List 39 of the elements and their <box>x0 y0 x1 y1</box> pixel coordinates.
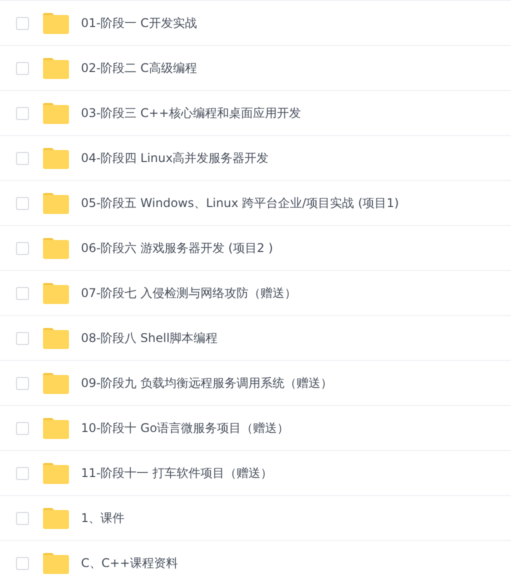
folder-name[interactable]: 09-阶段九 负载均衡远程服务调用系统（赠送） <box>81 374 332 392</box>
checkbox[interactable] <box>16 286 29 300</box>
checkbox[interactable] <box>16 556 29 570</box>
folder-icon <box>43 102 69 124</box>
checkbox[interactable] <box>16 106 29 120</box>
folder-name[interactable]: 11-阶段十一 打车软件项目（赠送） <box>81 464 272 482</box>
folder-icon <box>43 148 69 168</box>
folder-name[interactable]: 01-阶段一 C开发实战 <box>81 14 197 32</box>
folder-icon <box>43 328 69 348</box>
checkbox[interactable] <box>16 242 29 254</box>
checkbox[interactable] <box>16 376 29 390</box>
folder-icon <box>43 58 69 78</box>
folder-icon <box>43 462 69 484</box>
folder-icon <box>43 12 69 34</box>
folder-name[interactable]: 03-阶段三 C++核心编程和桌面应用开发 <box>81 104 301 122</box>
checkbox[interactable] <box>16 422 29 434</box>
folder-name[interactable]: 10-阶段十 Go语言微服务项目（赠送） <box>81 420 290 436</box>
folder-icon <box>43 508 69 528</box>
checkbox[interactable] <box>16 152 29 164</box>
checkbox[interactable] <box>16 332 29 344</box>
folder-name[interactable]: 08-阶段八 Shell脚本编程 <box>81 330 218 346</box>
folder-name[interactable]: 02-阶段二 C高级编程 <box>81 60 197 76</box>
folder-name[interactable]: C、C++课程资料 <box>81 554 178 572</box>
folder-name[interactable]: 1、课件 <box>81 510 125 526</box>
checkbox[interactable] <box>16 512 29 524</box>
folder-icon <box>43 552 69 574</box>
checkbox[interactable] <box>16 62 29 74</box>
folder-name[interactable]: 06-阶段六 游戏服务器开发 (项目2 ) <box>81 240 274 256</box>
checkbox[interactable] <box>16 196 29 210</box>
folder-icon <box>43 418 69 438</box>
folder-icon <box>43 238 69 258</box>
checkbox[interactable] <box>16 466 29 480</box>
folder-icon <box>43 372 69 394</box>
folder-name[interactable]: 05-阶段五 Windows、Linux 跨平台企业/项目实战 (项目1) <box>81 194 399 212</box>
checkbox[interactable] <box>16 16 29 30</box>
folder-icon <box>43 282 69 304</box>
folder-name[interactable]: 07-阶段七 入侵检测与网络攻防（赠送） <box>81 284 296 302</box>
folder-icon <box>43 192 69 214</box>
folder-name[interactable]: 04-阶段四 Linux高并发服务器开发 <box>81 150 269 166</box>
